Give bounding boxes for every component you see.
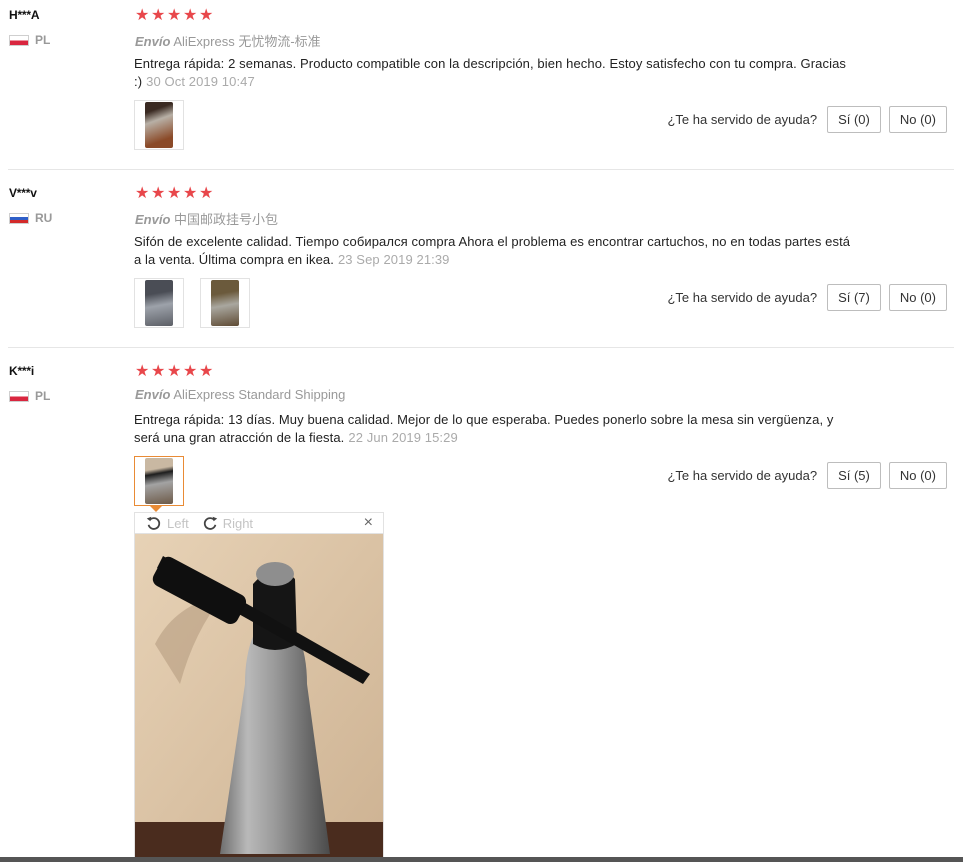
- reviewer-country: PL: [9, 389, 50, 403]
- vote-no-button[interactable]: No (0): [888, 106, 947, 133]
- vote-yes-button[interactable]: Sí (0): [827, 106, 881, 133]
- star-icon: ★: [151, 185, 166, 202]
- rotate-left-icon: [146, 516, 161, 530]
- photo-viewer-toolbar: Left Right ×: [134, 512, 384, 534]
- star-icon: ★: [135, 185, 150, 202]
- star-icon: ★: [167, 363, 182, 380]
- rotate-left-label: Left: [167, 515, 189, 531]
- star-rating: ★ ★ ★ ★ ★: [135, 185, 214, 202]
- shipping-prefix: Envío: [135, 34, 171, 49]
- flag-pl-icon: [9, 34, 29, 46]
- shipping-info: Envío AliExpress Standard Shipping: [135, 387, 345, 402]
- siphon-bottle-photo: [135, 534, 383, 862]
- photo-image: [145, 458, 173, 504]
- country-code: RU: [35, 211, 53, 225]
- review-photo-thumb-selected[interactable]: [134, 456, 184, 506]
- close-viewer-button[interactable]: ×: [364, 514, 373, 532]
- star-rating: ★ ★ ★ ★ ★: [135, 363, 214, 380]
- country-code: PL: [35, 33, 51, 47]
- reviewer-name: H***A: [9, 8, 40, 22]
- star-icon: ★: [183, 7, 198, 24]
- rotate-right-icon: [203, 516, 217, 530]
- review-text: Entrega rápida: 2 semanas. Producto comp…: [134, 55, 854, 91]
- shipping-prefix: Envío: [135, 387, 171, 402]
- rotate-right-button[interactable]: Right: [201, 514, 253, 532]
- star-icon: ★: [199, 363, 214, 380]
- flag-pl-icon: [9, 390, 29, 402]
- reviewer-name: V***v: [9, 186, 37, 200]
- star-icon: ★: [183, 185, 198, 202]
- rotate-right-label: Right: [222, 515, 254, 531]
- star-icon: ★: [199, 7, 214, 24]
- helpful-label: ¿Te ha servido de ayuda?: [667, 468, 818, 483]
- star-icon: ★: [151, 363, 166, 380]
- reviewer-name: K***i: [9, 364, 35, 378]
- review-photo-thumb[interactable]: [200, 278, 250, 328]
- review-text: Entrega rápida: 13 días. Muy buena calid…: [134, 411, 854, 447]
- vote-no-button[interactable]: No (0): [888, 284, 947, 311]
- review-text: Sifón de excelente calidad. Tiempo собир…: [134, 233, 854, 269]
- flag-ru-icon: [9, 212, 29, 224]
- review-date: 22 Jun 2019 15:29: [348, 430, 458, 445]
- review-photos: [134, 456, 184, 506]
- review-photos: [134, 278, 250, 328]
- photo-image: [211, 280, 239, 326]
- reviewer-country: RU: [9, 211, 52, 225]
- rotate-left-button[interactable]: Left: [145, 514, 189, 532]
- divider: [8, 347, 954, 348]
- shipping-method: 中国邮政挂号小包: [174, 212, 279, 227]
- photo-image: [145, 102, 173, 148]
- vote-yes-button[interactable]: Sí (7): [827, 284, 881, 311]
- review-date: 30 Oct 2019 10:47: [146, 74, 255, 89]
- helpful-label: ¿Te ha servido de ayuda?: [667, 290, 818, 305]
- bottom-edge: [0, 857, 963, 862]
- review-body: Sifón de excelente calidad. Tiempo собир…: [134, 234, 851, 267]
- helpful-vote: ¿Te ha servido de ayuda? Sí (5) No (0): [667, 462, 947, 489]
- review-photos: [134, 100, 184, 150]
- star-icon: ★: [167, 185, 182, 202]
- star-icon: ★: [151, 7, 166, 24]
- vote-yes-button[interactable]: Sí (5): [827, 462, 881, 489]
- shipping-info: Envío 中国邮政挂号小包: [135, 209, 278, 228]
- vote-no-button[interactable]: No (0): [888, 462, 947, 489]
- review-photo-thumb[interactable]: [134, 100, 184, 150]
- shipping-method: AliExpress 无忧物流-标准: [173, 34, 321, 49]
- star-icon: ★: [167, 7, 182, 24]
- helpful-vote: ¿Te ha servido de ayuda? Sí (7) No (0): [667, 284, 947, 311]
- review-body: Entrega rápida: 13 días. Muy buena calid…: [134, 412, 834, 445]
- star-icon: ★: [183, 363, 198, 380]
- star-icon: ★: [135, 7, 150, 24]
- star-rating: ★ ★ ★ ★ ★: [135, 7, 214, 24]
- helpful-label: ¿Te ha servido de ayuda?: [667, 112, 818, 127]
- divider: [8, 169, 954, 170]
- shipping-method: AliExpress Standard Shipping: [173, 387, 346, 402]
- enlarged-review-photo: [134, 534, 384, 862]
- star-icon: ★: [135, 363, 150, 380]
- photo-image: [145, 280, 173, 326]
- reviewer-country: PL: [9, 33, 50, 47]
- shipping-prefix: Envío: [135, 212, 171, 227]
- review-date: 23 Sep 2019 21:39: [337, 252, 450, 267]
- country-code: PL: [35, 389, 51, 403]
- helpful-vote: ¿Te ha servido de ayuda? Sí (0) No (0): [667, 106, 947, 133]
- star-icon: ★: [199, 185, 214, 202]
- review-photo-thumb[interactable]: [134, 278, 184, 328]
- shipping-info: Envío AliExpress 无忧物流-标准: [135, 31, 321, 50]
